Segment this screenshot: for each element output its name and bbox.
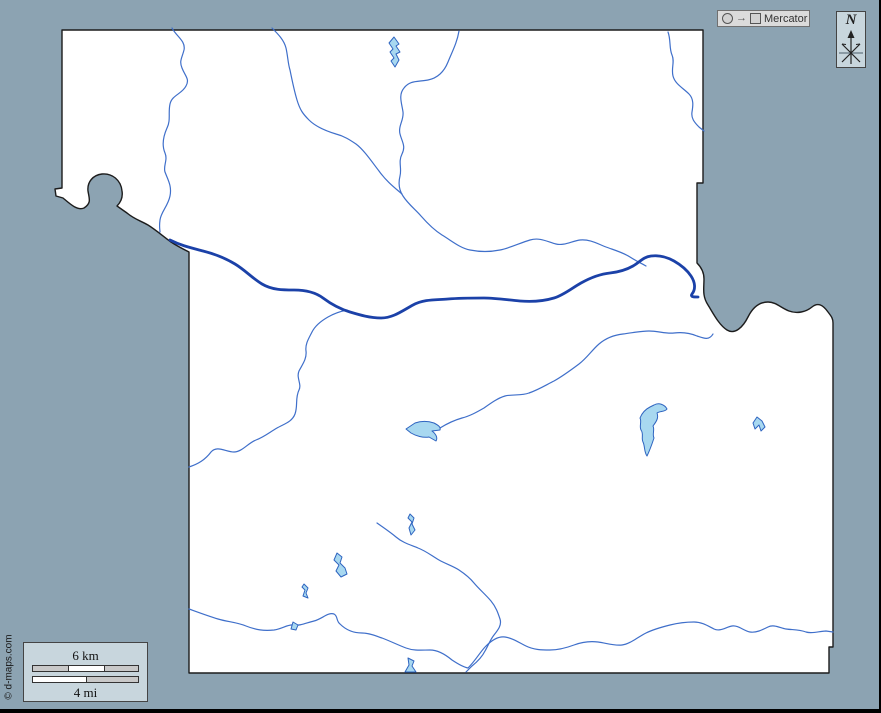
scale-mi-label: 4 mi	[24, 685, 147, 700]
county-outline	[55, 30, 833, 673]
map-canvas	[0, 0, 881, 713]
scale-km-label: 6 km	[24, 648, 147, 663]
square-icon	[750, 13, 761, 24]
scale-segment	[33, 666, 68, 671]
scale-mi-bar	[32, 676, 139, 683]
copyright-text: © d-maps.com	[4, 634, 15, 699]
scale-bar: 6 km 4 mi	[23, 642, 148, 702]
projection-badge[interactable]: → Mercator	[717, 10, 810, 27]
scale-segment	[104, 666, 138, 671]
projection-label: Mercator	[764, 13, 807, 25]
scale-segment	[86, 677, 138, 682]
frame-edge-bottom	[0, 709, 881, 713]
scale-km-bar	[32, 665, 139, 672]
north-label: N	[837, 12, 865, 29]
scale-segment	[33, 677, 86, 682]
compass-rose: N	[836, 11, 866, 68]
arrow-right-icon: →	[736, 13, 747, 24]
circle-icon	[722, 13, 733, 24]
scale-segment	[68, 666, 104, 671]
compass-star-icon	[837, 29, 865, 67]
